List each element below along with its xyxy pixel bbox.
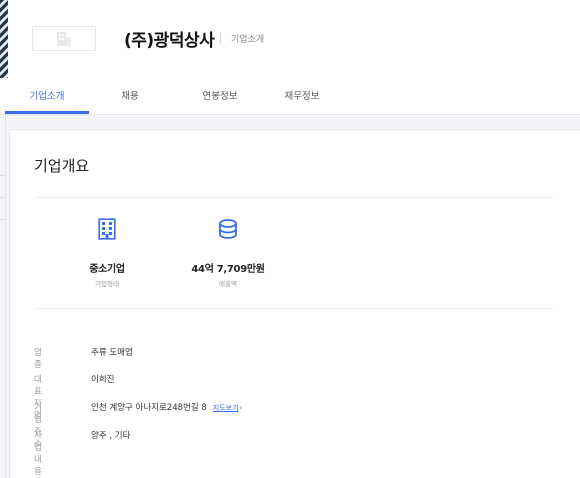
rail-divider: [0, 175, 6, 176]
page-title: 기업소개: [231, 35, 265, 45]
info-value: 주류 도매업: [91, 348, 133, 358]
tab-jobs[interactable]: 채용: [110, 88, 150, 115]
company-overview-card: 기업개요 중소기업 기업형태 44억 7,709만원 매출액 업종 주류 도매업…: [9, 129, 580, 478]
logo-placeholder-icon: [57, 31, 71, 46]
active-tab-indicator: [5, 111, 89, 114]
tab-salary[interactable]: 연봉정보: [190, 88, 250, 115]
stat-label: 기업형태: [95, 280, 119, 288]
left-rail: [0, 115, 6, 478]
banner-edge: [0, 0, 8, 78]
coin-stack-icon: [219, 219, 237, 239]
tab-finance[interactable]: 재무정보: [272, 88, 332, 115]
divider: [34, 197, 553, 198]
building-icon: [98, 218, 116, 240]
rail-divider: [0, 219, 6, 220]
stat-revenue: 44억 7,709만원 매출액: [158, 217, 298, 288]
info-value-address: 인천 계양구 아나지로248번길 8 지도보기›: [91, 401, 242, 413]
stat-value: 중소기업: [89, 264, 125, 275]
company-name: (주)광덕상사: [124, 31, 215, 51]
stat-label: 매출액: [219, 280, 237, 288]
address-text: 인천 계양구 아나지로248번길 8: [91, 403, 207, 413]
title-separator: [220, 32, 221, 44]
stat-value: 44억 7,709만원: [191, 264, 265, 275]
rail-divider: [0, 197, 6, 198]
info-value: 이희진: [91, 375, 115, 385]
company-logo: [32, 26, 96, 51]
chevron-right-icon: ›: [239, 404, 243, 412]
stat-company-type: 중소기업 기업형태: [37, 217, 177, 288]
divider: [34, 308, 553, 309]
section-title: 기업개요: [34, 157, 90, 175]
company-header: (주)광덕상사 기업소개 기업소개 채용 연봉정보 재무정보: [0, 0, 580, 115]
view-map-link[interactable]: 지도보기: [213, 404, 239, 412]
info-label: 사업내용: [34, 431, 42, 477]
info-label: 업종: [34, 348, 42, 370]
info-value: 양주 , 기타: [91, 431, 131, 441]
